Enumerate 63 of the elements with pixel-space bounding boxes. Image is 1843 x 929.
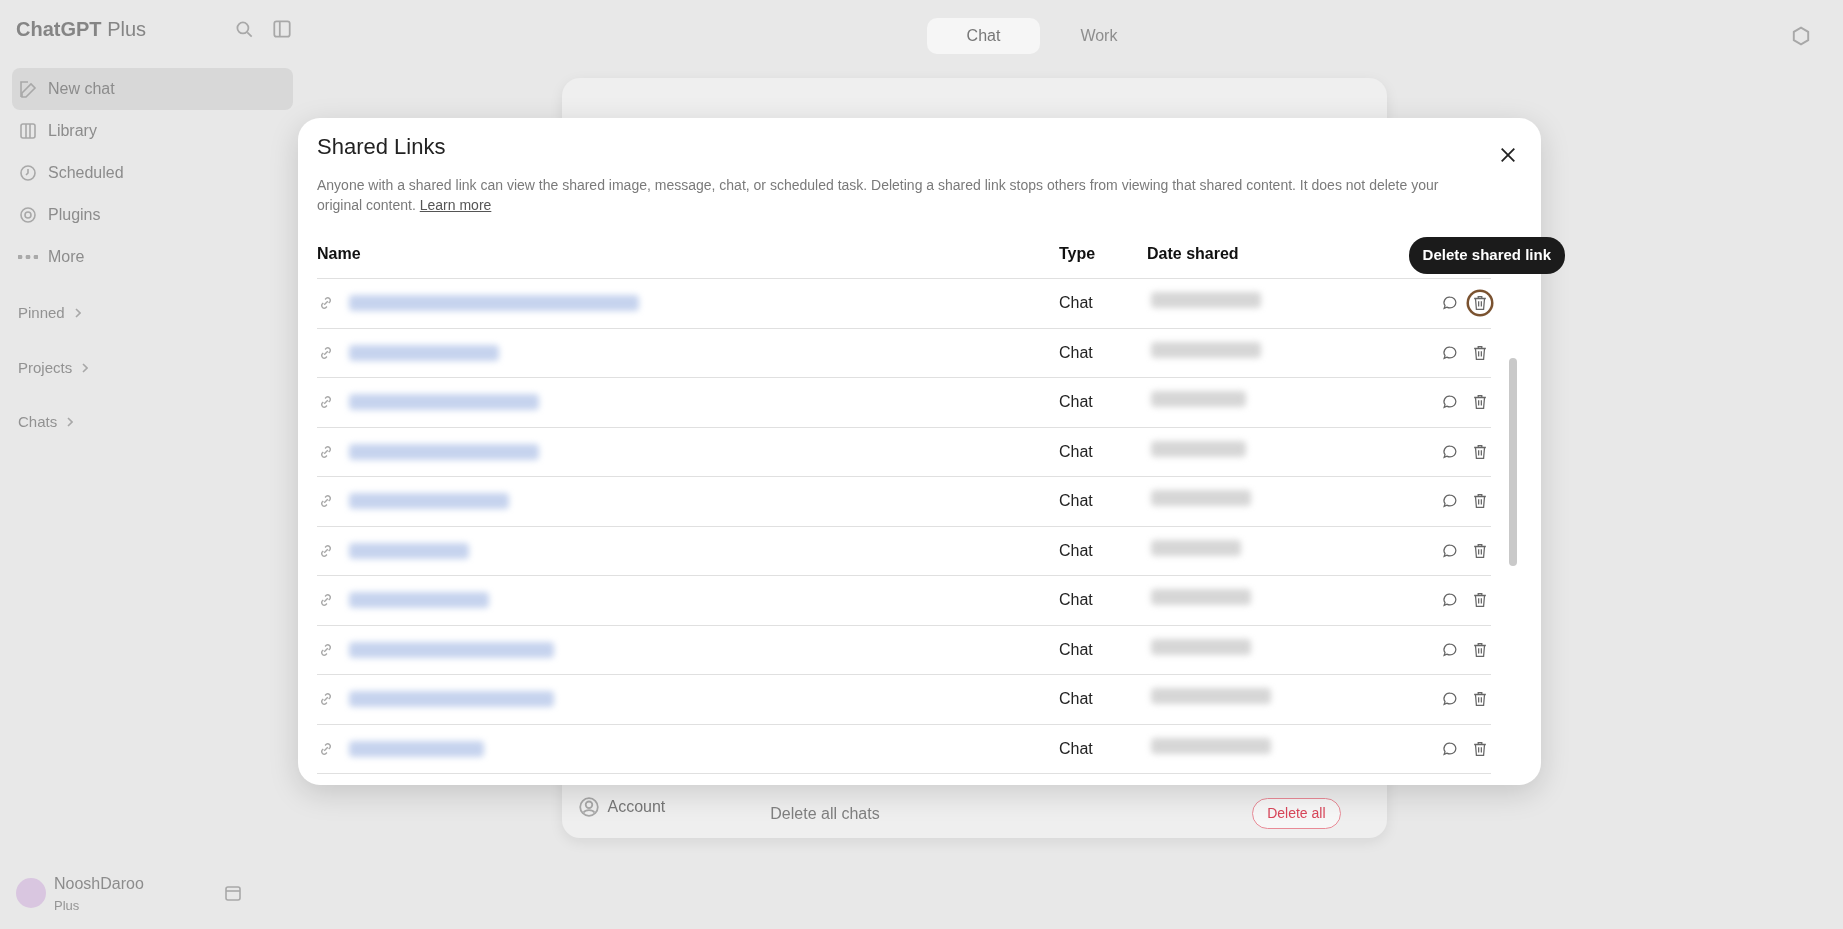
section-heading[interactable]: Projects [12, 356, 79, 379]
chat-bubble-icon [1441, 739, 1459, 758]
trash-icon [1471, 442, 1489, 461]
table-cell-text: Chat [1059, 639, 1094, 660]
table-cell-text: Chat [1059, 491, 1094, 512]
table-cell-text: Chat [1059, 590, 1094, 611]
sidebar-item[interactable]: More [12, 236, 293, 278]
sidebar-item[interactable]: New chat [12, 68, 293, 110]
books-icon [18, 121, 38, 141]
table-cell-text: Chat [1059, 689, 1094, 710]
sidebar-item[interactable]: Plugins [12, 194, 293, 236]
chevron-icon [67, 417, 74, 428]
settings-nav-item[interactable]: Account [577, 795, 666, 819]
scrollbar[interactable] [1509, 358, 1517, 566]
dialog-title: Shared Links [317, 134, 446, 161]
table-cell-text: Chat [1059, 540, 1094, 561]
dialog-description: Anyone with a shared link can view the shared image, message, chat, or scheduled task. Deleting a shared link stops others from viewing that shared content. It does not delete your original content. Learn more [317, 176, 1440, 215]
table-cell-text: Chat [1059, 738, 1094, 759]
setting-label: Delete all chats [770, 804, 880, 824]
chat-bubble-icon [1441, 541, 1459, 560]
mode-tab[interactable]: Work [1040, 18, 1158, 54]
brand-title: ChatGPT Plus [16, 17, 147, 42]
section-heading[interactable]: Pinned [12, 302, 71, 325]
column-header: Date shared [1147, 243, 1240, 264]
trash-icon [1471, 690, 1489, 709]
user-name: NooshDaroo [54, 873, 144, 894]
chat-bubble-icon [1441, 343, 1459, 362]
sidebar-icon [271, 18, 293, 40]
dots-icon [18, 255, 38, 259]
delete-all-button[interactable]: Delete all [1252, 797, 1341, 829]
delete-button[interactable] [1469, 292, 1491, 315]
table-cell-text: Chat [1059, 392, 1094, 413]
tooltip: Delete shared link [1408, 237, 1565, 274]
table-cell-text: Chat [1059, 293, 1094, 314]
table-cell-text: Chat [1059, 342, 1094, 363]
calendar-icon [223, 883, 243, 904]
trash-icon [1471, 294, 1489, 313]
mode-tab[interactable]: Chat [926, 18, 1041, 54]
chat-bubble-icon [1441, 640, 1459, 659]
ring-icon [18, 205, 38, 225]
user-plan: Plus [54, 896, 81, 915]
clock-icon [18, 163, 38, 183]
close-icon [1499, 146, 1517, 164]
sidebar-item[interactable]: Scheduled [12, 152, 293, 194]
trash-icon [1471, 739, 1489, 758]
pencil-icon [18, 79, 38, 99]
trash-icon [1471, 492, 1489, 511]
trash-icon [1471, 640, 1489, 659]
sidebar-item[interactable]: Library [12, 110, 293, 152]
table-cell-text: Chat [1059, 441, 1094, 462]
trash-icon [1471, 393, 1489, 412]
trash-icon [1471, 541, 1489, 560]
trash-icon [1471, 343, 1489, 362]
learn-more-link[interactable]: Learn more [419, 196, 492, 213]
chevron-icon [74, 308, 81, 319]
section-heading[interactable]: Chats [12, 411, 64, 434]
chat-bubble-icon [1441, 442, 1459, 461]
trash-icon [1471, 591, 1489, 610]
column-header: Type [1059, 243, 1097, 264]
user-icon [577, 796, 600, 818]
chevron-icon [82, 362, 89, 373]
avatar [16, 878, 46, 909]
column-header: Name [317, 243, 362, 264]
